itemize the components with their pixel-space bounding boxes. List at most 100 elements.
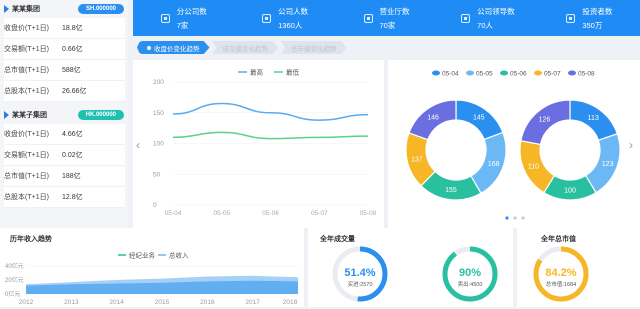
x-tick-label: 2013 <box>64 299 79 306</box>
metric-value: 26.66亿 <box>62 88 87 95</box>
metric-label: 总股本(T+1日) <box>4 194 49 201</box>
volume-panel: 全年成交量 51.4% 买进:2570 90% 卖出:4500 <box>308 228 513 307</box>
x-tick-label: 05-05 <box>213 210 230 217</box>
stat-label: 投资者数 <box>582 6 613 16</box>
legend-label: 05-08 <box>578 71 595 78</box>
income-chart-title: 历年收入趋势 <box>10 236 52 243</box>
legend-label: 最高 <box>250 68 264 77</box>
page-dot <box>505 216 509 220</box>
donut-chart-panel: › 05-04 05-05 05-06 05-07 05-08 145 168 155 137 1… <box>388 60 640 228</box>
slice-value: 146 <box>427 115 439 122</box>
metric-row: 总股本(T+1日) 12.8亿 <box>4 187 125 208</box>
metric-label: 总市值(T+1日) <box>4 173 49 180</box>
stat-item: 公司领导数 70人 <box>437 0 538 36</box>
metric-value: 588亿 <box>62 67 81 74</box>
store-icon <box>363 13 373 23</box>
metric-row: 交易额(T+1日) 0.02亿 <box>4 145 125 166</box>
leader-icon <box>461 13 471 23</box>
tab-2[interactable]: 成交量变化趋势 <box>212 41 278 54</box>
stat-item: 营业厅数 70家 <box>336 0 437 36</box>
legend-label: 05-07 <box>544 71 561 78</box>
y-tick-label: 0亿元 <box>5 290 20 298</box>
metric-label: 收盘价(T+1日) <box>4 131 49 138</box>
dot-icon <box>147 45 151 50</box>
metric-label: 收盘价(T+1日) <box>4 25 49 32</box>
gauge-subtext: 买进:2570 <box>348 280 373 288</box>
tab-1[interactable]: 收盘价变化趋势 <box>137 41 210 54</box>
stats-bar: 分公司数 7家 公司人数 1360人 营业厅数 70家 公司领导数 70人 投资者数 350万 <box>133 0 640 36</box>
chart-tabs: 收盘价变化趋势 成交量变化趋势 总市值变化趋势 <box>137 41 350 56</box>
market-value-gauge: 84.2%总市值:1684 <box>533 246 589 302</box>
metric-value: 0.02亿 <box>62 152 83 159</box>
stat-label: 公司人数 <box>278 6 309 16</box>
gauge-subtext: 总市值:1684 <box>546 280 576 288</box>
stat-item: 投资者数 350万 <box>539 0 640 36</box>
y-tick-label: 20亿元 <box>5 276 24 284</box>
x-tick-label: 2015 <box>155 299 170 306</box>
tab-label: 总市值变化趋势 <box>291 45 337 53</box>
market-value-panel: 全年总市值 84.2% 总市值:1684 <box>517 228 640 307</box>
slice-value: 145 <box>473 115 485 122</box>
y-tick-label: 0 <box>153 202 157 209</box>
x-tick-label: 05-06 <box>262 210 279 217</box>
line-chart: 最高 最低 200 150 100 50 0 05-04 05-05 05-06 05-07 05-0… <box>153 68 377 218</box>
page-dot <box>521 216 525 220</box>
stock-code-badge[interactable]: SH.000000 <box>77 4 124 14</box>
group-name: 某某集团 <box>12 6 40 13</box>
slice-value: 123 <box>602 161 614 168</box>
line-chart-panel: ‹ 最高 最低 200 150 100 50 0 05-04 05-05 05-06 05-07 05… <box>133 60 384 228</box>
group-name: 某某子集团 <box>12 112 47 119</box>
group-header: 某某子集团 HK.000000 <box>0 106 128 124</box>
building-icon <box>160 13 170 23</box>
legend-swatch <box>500 70 508 76</box>
tab-3[interactable]: 总市值变化趋势 <box>281 41 347 54</box>
x-tick-label: 2018 <box>283 299 298 306</box>
slice-value: 155 <box>445 187 457 194</box>
metric-row: 总股本(T+1日) 26.66亿 <box>4 81 125 102</box>
slice-value: 100 <box>564 188 576 195</box>
chevron-left-icon[interactable]: ‹ <box>136 138 140 152</box>
metric-label: 总股本(T+1日) <box>4 88 49 95</box>
stat-label: 公司领导数 <box>477 6 515 16</box>
legend-label: 05-06 <box>510 71 527 78</box>
x-tick-label: 2016 <box>200 299 215 306</box>
y-tick-label: 40亿元 <box>5 262 24 270</box>
metric-value: 4.66亿 <box>62 131 83 138</box>
metric-row: 收盘价(T+1日) 4.66亿 <box>4 124 125 145</box>
x-tick-label: 05-08 <box>360 210 377 217</box>
series-line <box>172 131 369 140</box>
stock-code-badge[interactable]: HK.000000 <box>77 110 124 120</box>
legend-label: 最低 <box>286 68 300 77</box>
metric-row: 总市值(T+1日) 188亿 <box>4 166 125 187</box>
metric-label: 总市值(T+1日) <box>4 67 49 74</box>
slice-value: 126 <box>539 117 551 124</box>
metric-value: 188亿 <box>62 173 81 180</box>
legend-label: 总收入 <box>169 251 189 260</box>
legend-swatch <box>432 70 440 76</box>
gauge-subtext: 卖出:4500 <box>458 280 483 288</box>
y-tick-label: 150 <box>153 110 164 117</box>
x-tick-label: 2014 <box>109 299 124 306</box>
metric-row: 总市值(T+1日) 588亿 <box>4 60 125 81</box>
slice-value: 110 <box>528 164 539 171</box>
chevron-right-icon[interactable]: › <box>629 138 633 152</box>
stat-value: 7家 <box>176 20 189 30</box>
page-dot <box>513 216 517 220</box>
company-panel: 某某集团 SH.000000 收盘价(T+1日) 18.8亿 交易额(T+1日) 0.66… <box>0 0 128 228</box>
donut-chart: 05-04 05-05 05-06 05-07 05-08 145 168 155 137 146… <box>405 70 621 220</box>
x-tick-label: 05-04 <box>165 210 182 217</box>
gauge-percent: 84.2% <box>545 267 576 279</box>
stat-label: 分公司数 <box>176 6 207 16</box>
x-tick-label: 2012 <box>19 299 34 306</box>
tab-label: 收盘价变化趋势 <box>154 45 200 53</box>
legend-label: 05-05 <box>476 71 493 78</box>
slice-value: 137 <box>411 156 423 163</box>
legend-label: 经纪业务 <box>129 251 156 260</box>
stat-item: 分公司数 7家 <box>133 0 234 36</box>
legend-swatch <box>534 70 542 76</box>
stat-value: 350万 <box>582 20 603 30</box>
metric-label: 交易额(T+1日) <box>4 46 49 53</box>
x-tick-label: 2017 <box>245 299 260 306</box>
y-tick-label: 200 <box>153 79 164 86</box>
metric-label: 交易额(T+1日) <box>4 152 49 159</box>
